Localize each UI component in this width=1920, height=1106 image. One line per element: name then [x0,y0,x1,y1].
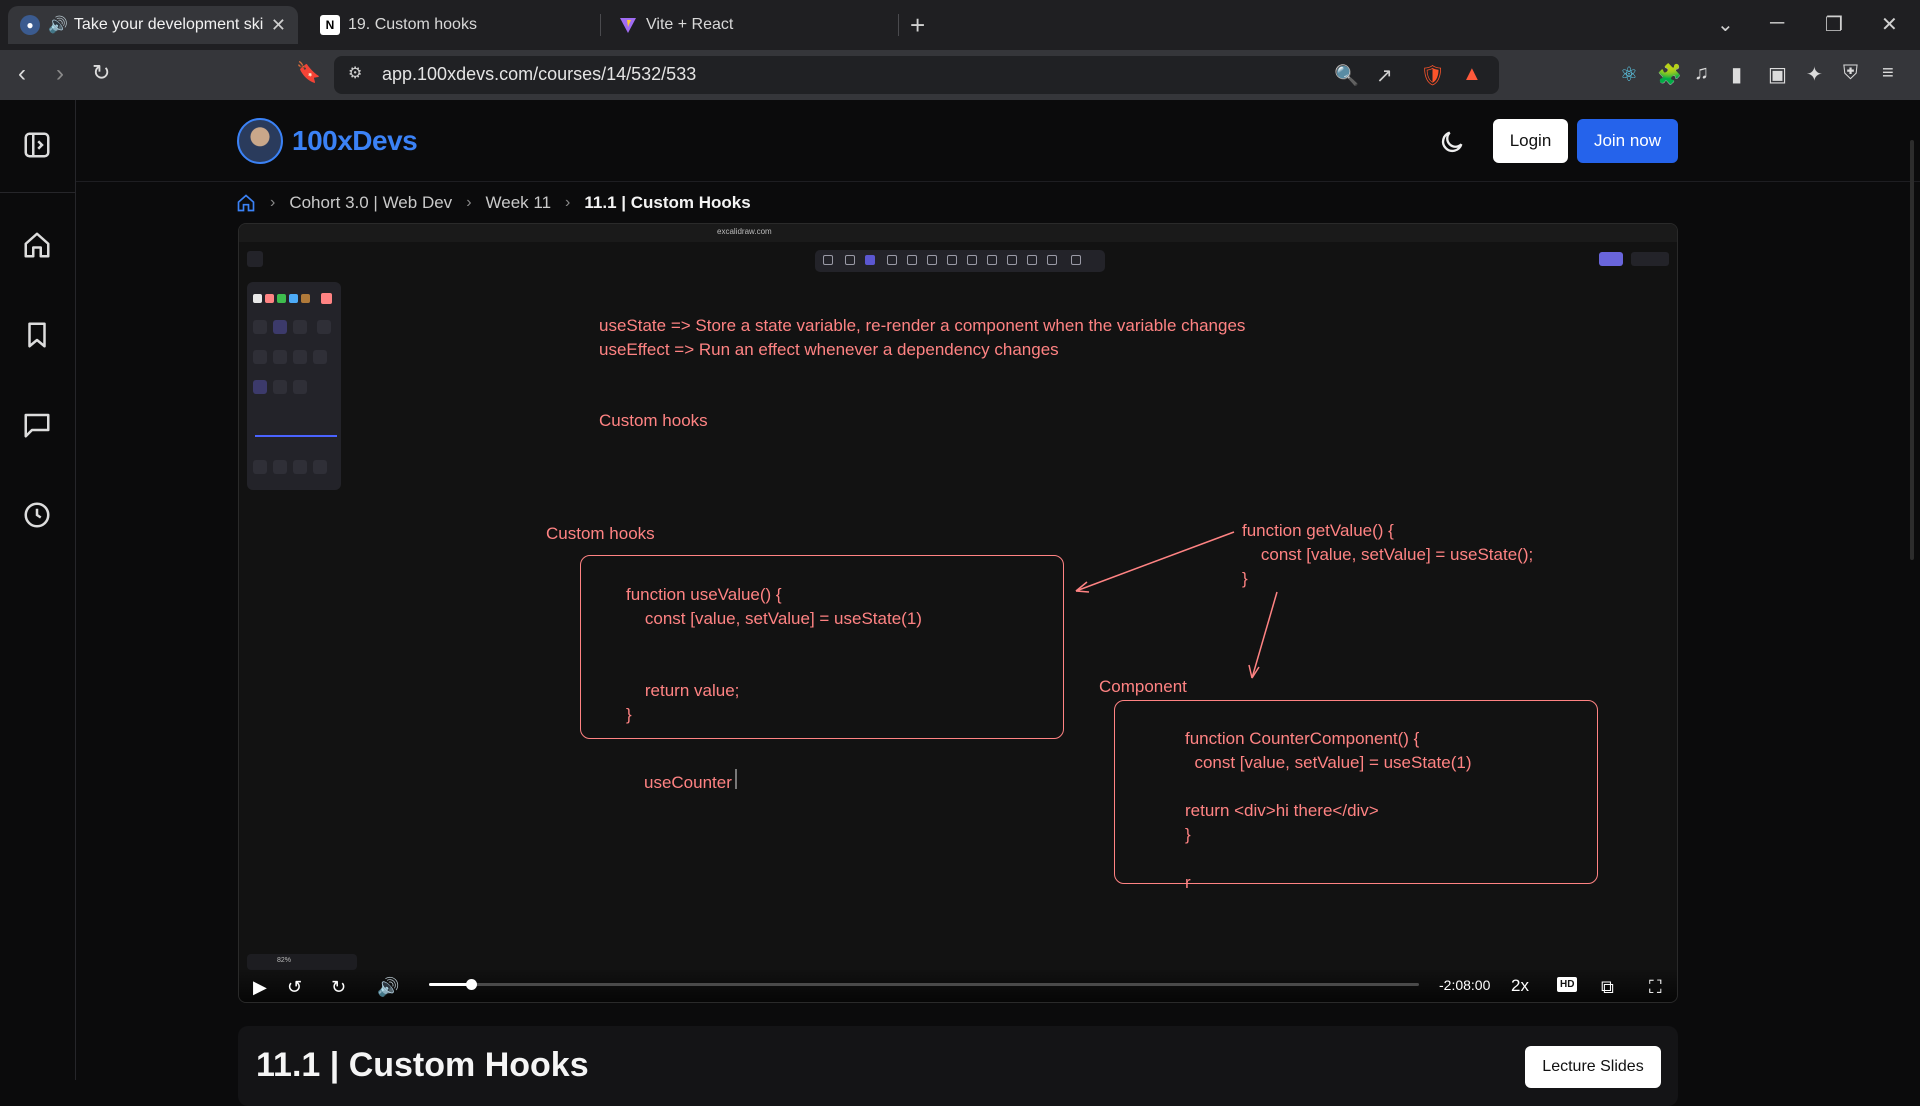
tab-vite[interactable]: Vite + React [606,6,886,44]
home-icon[interactable] [22,230,52,260]
custom-hooks-label: Custom hooks [546,524,655,543]
video-player[interactable]: excalidraw.com useState => Store a state… [238,223,1678,1003]
close-window-icon[interactable]: ✕ [1881,12,1898,37]
close-tab-icon[interactable]: ✕ [271,15,286,36]
login-button[interactable]: Login [1493,119,1568,163]
media-icon[interactable]: ♫ [1694,62,1709,85]
tab-notion[interactable]: N 19. Custom hooks [308,6,588,44]
join-now-button[interactable]: Join now [1577,119,1678,163]
notion-icon: N [320,15,340,35]
site-favicon-icon: ● [20,15,40,35]
tab-title: Take your development skill [73,16,264,33]
lecture-slides-button[interactable]: Lecture Slides [1525,1046,1661,1088]
tab-list-chevron-icon[interactable]: ⌄ [1717,12,1734,37]
breadcrumb-item[interactable]: Week 11 [486,193,552,213]
picture-in-picture-icon[interactable]: ⧉ [1601,977,1614,998]
usevalue-code: function useValue() { const [value, setV… [626,585,922,724]
menu-icon[interactable]: ≡ [1882,62,1894,85]
recorded-browser-bar: excalidraw.com [239,224,1677,242]
chevron-right-icon: › [466,194,472,211]
chat-icon[interactable] [22,410,52,440]
url-text[interactable]: app.100xdevs.com/courses/14/532/533 [382,64,696,85]
chevron-right-icon: › [565,194,571,211]
brand-logo-text[interactable]: 100xDevs [292,125,418,157]
play-icon[interactable]: ▶ [253,977,267,998]
seek-bar[interactable] [429,979,1419,990]
back-icon[interactable]: ‹ [18,60,26,88]
reload-icon[interactable]: ↻ [92,60,110,86]
bookmark-page-icon[interactable]: 🔖 [296,60,321,85]
extensions-icon[interactable]: 🧩 [1657,62,1682,87]
useeffect-note: useEffect => Run an effect whenever a de… [599,340,1059,359]
rewind-icon[interactable]: ↺ [287,977,302,998]
playback-speed[interactable]: 2x [1511,976,1529,996]
brand-avatar[interactable] [237,118,283,164]
leo-ai-icon[interactable]: ✦ [1806,62,1823,87]
sidebar-toggle-icon[interactable]: ▮ [1731,62,1742,87]
fullscreen-icon[interactable]: ⛶ [1649,977,1662,998]
recorded-url: excalidraw.com [717,227,772,236]
quality-hd-icon[interactable]: HD [1557,977,1578,992]
new-tab-icon[interactable]: + [910,10,925,41]
bookmark-icon[interactable] [22,320,52,350]
excalidraw-menu-icon [247,251,263,267]
brave-rewards-icon[interactable]: ▲ [1462,63,1482,86]
breadcrumb-current: 11.1 | Custom Hooks [584,193,751,212]
forward-skip-icon[interactable]: ↻ [331,977,346,998]
forward-icon[interactable]: › [56,60,64,88]
restore-icon[interactable]: ❐ [1825,12,1843,37]
wallet-icon[interactable]: ▣ [1768,62,1787,87]
excalidraw-library [1631,252,1669,266]
site-settings-icon[interactable]: ⚙ [348,63,362,83]
usestate-note: useState => Store a state variable, re-r… [599,316,1246,335]
theme-toggle-moon-icon[interactable] [1438,128,1466,156]
speaker-icon: 🔊 [48,17,68,34]
counter-component-code: function CounterComponent() { const [val… [1185,729,1472,892]
tab-title: 19. Custom hooks [348,16,477,33]
excalidraw-properties-panel [247,282,341,490]
header-divider [76,181,1920,182]
custom-hooks-heading: Custom hooks [599,411,708,430]
excalidraw-share [1599,252,1623,266]
tab-title: Vite + React [646,16,734,33]
lesson-title: 11.1 | Custom Hooks [256,1046,589,1084]
time-remaining: -2:08:00 [1439,977,1491,993]
excalidraw-toolbar [815,250,1105,272]
history-icon[interactable] [22,500,52,530]
tab-active[interactable]: ● 🔊 Take your development skill ✕ [8,6,298,44]
breadcrumb-home-icon[interactable] [236,193,256,213]
brave-shields-icon[interactable]: 🛡 [1420,63,1445,88]
vpn-icon[interactable]: ⛨ [1843,62,1858,85]
browser-tab-strip: ● 🔊 Take your development skill ✕ N 19. … [0,0,1920,50]
vite-icon [618,15,638,35]
zoom-icon[interactable]: 🔍 [1334,63,1359,88]
chevron-right-icon: › [270,194,276,211]
minimize-icon[interactable]: ─ [1770,12,1784,35]
left-sidebar [0,100,76,1080]
breadcrumb: › Cohort 3.0 | Web Dev › Week 11 › 11.1 … [236,193,751,213]
seek-handle[interactable] [465,979,477,990]
page-scrollbar[interactable] [1910,140,1914,560]
usecounter-text: useCounter [644,773,732,792]
component-label: Component [1099,677,1187,696]
expand-sidebar-icon[interactable] [22,130,52,160]
seek-progress [429,983,471,986]
volume-icon[interactable]: 🔊 [377,977,399,998]
share-icon[interactable]: ↗ [1376,63,1393,88]
getvalue-code: function getValue() { const [value, setV… [1242,521,1534,588]
react-devtools-icon[interactable]: ⚛ [1620,62,1638,87]
breadcrumb-item[interactable]: Cohort 3.0 | Web Dev [289,193,452,213]
